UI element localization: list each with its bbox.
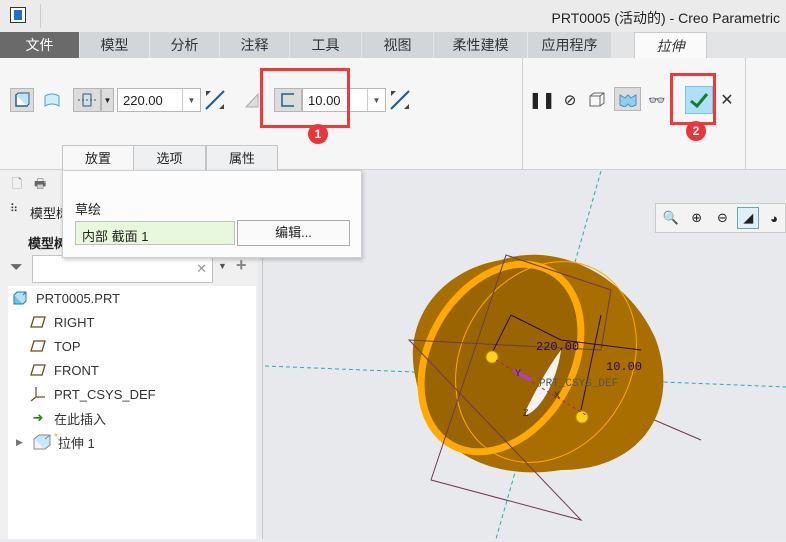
depth-type-button[interactable]: [73, 88, 101, 112]
thickness-dropdown[interactable]: ▼: [367, 89, 385, 111]
geometry-preview-icon: [619, 94, 636, 107]
step-badge-1: 1: [308, 124, 328, 144]
flip-direction-icon: [205, 90, 225, 110]
tab-options[interactable]: 选项: [133, 145, 206, 171]
glasses-icon: 👓: [648, 91, 666, 108]
tab-annotate[interactable]: 注释: [220, 32, 290, 58]
tab-file[interactable]: 文件: [0, 32, 80, 58]
expand-icon[interactable]: ▶: [16, 437, 32, 448]
display-style-icon[interactable]: ◕: [763, 207, 785, 229]
tab-placement[interactable]: 放置: [62, 145, 134, 171]
depth-value[interactable]: 220.00: [118, 89, 182, 111]
datum-plane-icon: [30, 364, 46, 376]
solid-button[interactable]: [10, 88, 34, 112]
pause-button[interactable]: ❚❚: [528, 88, 556, 112]
tab-model[interactable]: 模型: [80, 32, 150, 58]
highlight-box-2: [670, 73, 716, 125]
tab-view[interactable]: 视图: [362, 32, 434, 58]
filter-icon[interactable]: ⏷: [10, 259, 23, 277]
dimension-thickness[interactable]: 10.00: [606, 360, 642, 374]
cancel-button[interactable]: ✕: [715, 88, 739, 112]
tree-item-part[interactable]: PRT0005.PRT: [8, 286, 120, 310]
no-preview-icon: ⊘: [563, 92, 577, 109]
clear-icon[interactable]: ✕: [196, 261, 207, 277]
depth-input[interactable]: 220.00 ▼: [117, 88, 201, 112]
step-badge-2: 2: [686, 121, 706, 141]
tab-applications[interactable]: 应用程序: [528, 32, 612, 58]
sketch-label: 草绘: [75, 202, 102, 217]
tab-properties[interactable]: 属性: [206, 145, 278, 171]
drag-handle[interactable]: [485, 350, 499, 364]
view-toolbar: 🔍 ⊕ ⊖ ◢ ◕: [655, 203, 786, 233]
tree-item-label: 在此插入: [54, 411, 107, 427]
print-icon[interactable]: 🖶: [34, 175, 46, 197]
close-icon: ✕: [720, 92, 734, 109]
axis-z-label: Z: [523, 408, 529, 418]
surface-icon: [44, 93, 60, 107]
tree-item-front[interactable]: FRONT: [28, 358, 99, 382]
edit-sketch-button[interactable]: 编辑...: [237, 220, 350, 246]
datum-plane-icon: [30, 316, 46, 328]
highlight-box-1: [260, 68, 350, 128]
insert-arrow-icon: ➜: [32, 410, 44, 425]
wireframe-icon: [589, 92, 605, 107]
datum-plane-icon: [30, 340, 46, 352]
part-icon: [13, 291, 27, 305]
window-title: PRT0005 (活动的) - Creo Parametric: [551, 10, 780, 26]
title-bar: PRT0005 (活动的) - Creo Parametric: [0, 0, 786, 32]
blind-depth-icon: [78, 93, 96, 107]
tab-tools[interactable]: 工具: [290, 32, 362, 58]
tree-item-csys[interactable]: PRT_CSYS_DEF: [28, 382, 156, 406]
filter-dropdown-icon[interactable]: ▼: [218, 261, 227, 271]
repaint-icon[interactable]: ◢: [737, 207, 760, 229]
tree-item-label: PRT_CSYS_DEF: [54, 386, 156, 402]
zoom-in-icon[interactable]: ⊕: [686, 207, 708, 229]
extrude-icon: [33, 434, 51, 450]
pause-icon: ❚❚: [528, 92, 556, 109]
flip-thickness-button[interactable]: [388, 88, 412, 112]
solid-icon: [15, 92, 30, 107]
sketch-collector[interactable]: 内部 截面 1: [75, 221, 235, 245]
csys-label: PRT_CSYS_DEF: [539, 378, 618, 390]
filter-input[interactable]: ✕: [32, 255, 213, 283]
placement-panel: 草绘 内部 截面 1 编辑...: [62, 170, 362, 258]
flip-direction-icon: [390, 90, 410, 110]
verify-button[interactable]: 👓: [645, 88, 669, 112]
no-preview-button[interactable]: ⊘: [558, 88, 582, 112]
dimension-depth[interactable]: 220.00: [536, 340, 579, 354]
csys-icon: [30, 387, 45, 402]
tab-extrude[interactable]: 拉伸: [634, 32, 707, 58]
refit-icon[interactable]: 🔍: [660, 207, 682, 229]
depth-type-dropdown[interactable]: ▼: [101, 88, 114, 112]
tab-flexible-modeling[interactable]: 柔性建模: [434, 32, 528, 58]
tree-item-label: TOP: [54, 338, 81, 354]
flip-depth-button[interactable]: [203, 88, 227, 112]
axis-y-label: Y: [515, 368, 521, 378]
add-icon[interactable]: +: [236, 255, 247, 276]
tree-item-label: PRT0005.PRT: [36, 290, 121, 306]
tree-item-top[interactable]: TOP: [28, 334, 81, 358]
depth-dropdown[interactable]: ▼: [182, 89, 200, 111]
ribbon-tabs: 文件 模型 分析 注释 工具 视图 柔性建模 应用程序 拉伸: [0, 32, 786, 58]
tree-item-insert-here[interactable]: ➜ 在此插入: [28, 406, 106, 430]
tree-item-label: FRONT: [54, 362, 99, 378]
tab-analysis[interactable]: 分析: [150, 32, 220, 58]
tree-item-label: 拉伸 1: [57, 435, 95, 451]
wireframe-preview-button[interactable]: [585, 88, 609, 112]
geometry-preview-button[interactable]: [614, 87, 641, 111]
zoom-out-icon[interactable]: ⊖: [712, 207, 734, 229]
tree-item-extrude[interactable]: ▶ * 拉伸 1: [8, 430, 95, 454]
tree-item-label: RIGHT: [54, 314, 95, 330]
surface-button[interactable]: [40, 88, 64, 112]
remove-material-icon: [244, 92, 259, 108]
drag-handle[interactable]: [575, 410, 589, 424]
tree-item-right[interactable]: RIGHT: [28, 310, 94, 334]
app-icon[interactable]: [10, 7, 26, 23]
new-file-icon[interactable]: 🗋: [12, 175, 22, 197]
model-tree-icon: ⠷: [10, 203, 19, 215]
model-tree: PRT0005.PRT RIGHT TOP FRONT PRT_CSYS_DEF…: [8, 286, 256, 539]
axis-x-label: X: [554, 390, 560, 400]
